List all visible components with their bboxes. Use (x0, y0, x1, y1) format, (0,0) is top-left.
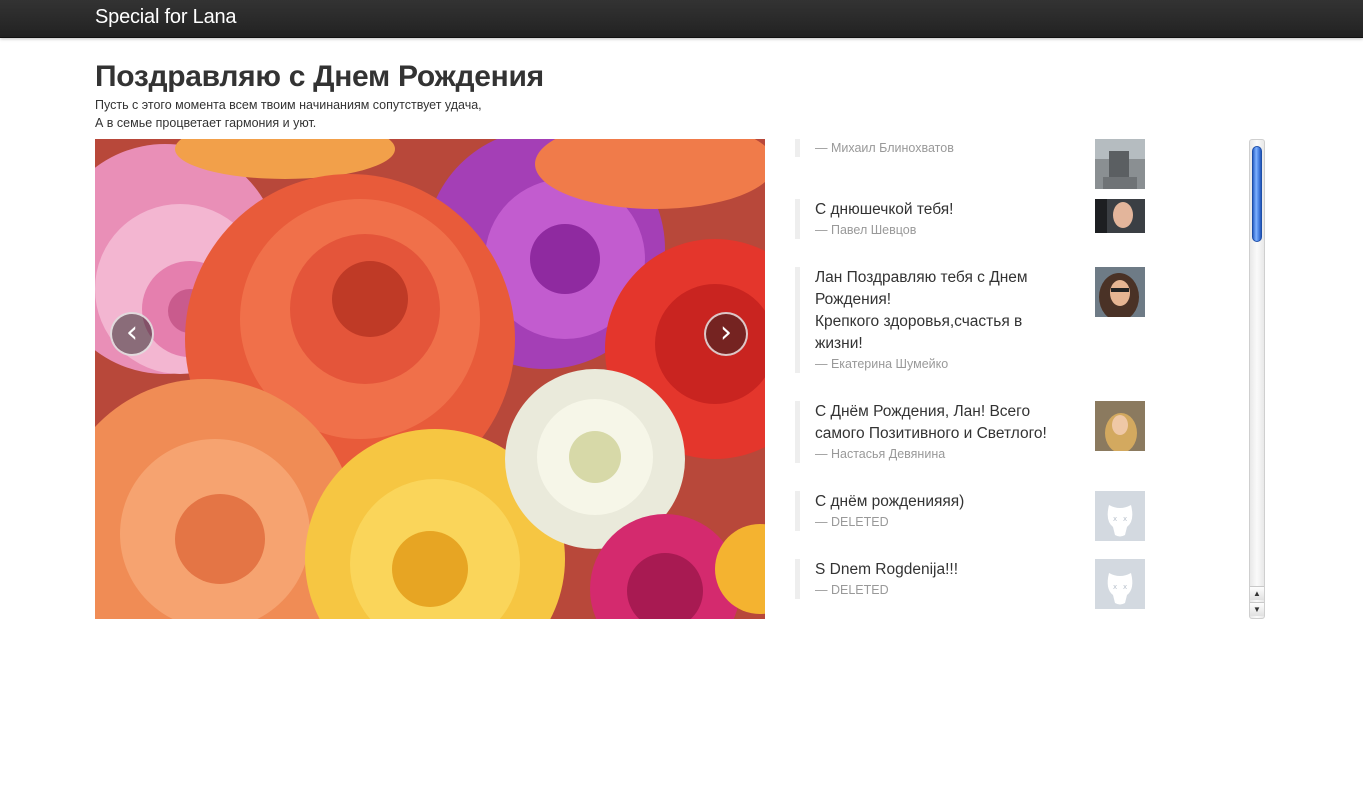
avatar[interactable] (1095, 139, 1145, 189)
wish-quote: С днюшечкой тебя! — Павел Шевцов (795, 199, 1085, 239)
svg-text:x: x (1113, 583, 1117, 591)
top-navbar: Special for Lana (0, 0, 1363, 38)
wish-text: S Dnem Rogdenija!!! (815, 561, 959, 578)
wish-item: S Dnem Rogdenija!!! — DELETED x x (795, 559, 1145, 609)
svg-text:x: x (1123, 515, 1127, 523)
svg-text:x: x (1113, 515, 1117, 523)
wish-author: — Михаил Блинохватов (815, 141, 954, 155)
wish-author: — Настасья Девянина (815, 447, 946, 461)
roses-photo (95, 139, 765, 619)
wish-quote: S Dnem Rogdenija!!! — DELETED (795, 559, 1085, 599)
wish-quote: Лан Поздравляю тебя с Днем Рождения! Кре… (795, 267, 1085, 373)
carousel-prev-button[interactable]: ‹ (110, 312, 154, 356)
wish-item: С Днём Рождения, Лан! Всего самого Позит… (795, 401, 1145, 463)
scroll-down-arrow-icon[interactable]: ▼ (1250, 602, 1264, 616)
deleted-dog-icon[interactable]: x x (1095, 491, 1145, 541)
page-title: Поздравляю с Днем Рождения (95, 60, 544, 93)
scrollbar-thumb[interactable] (1252, 146, 1262, 242)
carousel-next-button[interactable]: › (704, 312, 748, 356)
wish-text-line: Лан Поздравляю тебя с Днем (815, 269, 1028, 286)
wish-quote: С Днём Рождения, Лан! Всего самого Позит… (795, 401, 1085, 463)
deleted-dog-icon[interactable]: x x (1095, 559, 1145, 609)
wish-text-line: С Днём Рождения, Лан! Всего (815, 403, 1031, 420)
wish-item: С днюшечкой тебя! — Павел Шевцов (795, 199, 1145, 239)
avatar[interactable] (1095, 199, 1145, 233)
photo-carousel[interactable]: ‹ › (95, 139, 765, 619)
wish-text-line: Рождения! (815, 291, 892, 308)
wish-text-line: Крепкого здоровья,счастья в (815, 313, 1023, 330)
wish-quote: С днём рожденияяя) — DELETED (795, 491, 1085, 531)
hero-line-2: А в семье процветает гармония и уют. (95, 116, 317, 130)
wish-author: — Екатерина Шумейко (815, 357, 949, 371)
wish-item: Лан Поздравляю тебя с Днем Рождения! Кре… (795, 267, 1145, 373)
wish-quote: — Михаил Блинохватов (795, 139, 1085, 157)
avatar[interactable] (1095, 401, 1145, 451)
wish-author: — DELETED (815, 515, 889, 529)
wishes-scrollbar[interactable]: ▲ ▼ (1249, 139, 1265, 619)
brand-link[interactable]: Special for Lana (95, 6, 237, 29)
wish-item: С днём рожденияяя) — DELETED x x (795, 491, 1145, 541)
avatar[interactable] (1095, 267, 1145, 317)
wish-text-line: жизни! (815, 335, 863, 352)
wish-text: С днём рожденияяя) (815, 493, 965, 510)
wish-text-line: самого Позитивного и Светлого! (815, 425, 1047, 442)
wishes-list: — Михаил Блинохватов С днюшечкой тебя! —… (795, 139, 1265, 619)
scroll-up-arrow-icon[interactable]: ▲ (1250, 586, 1264, 600)
wish-item: — Михаил Блинохватов (795, 139, 1145, 189)
wish-author: — DELETED (815, 583, 889, 597)
hero-section: Поздравляю с Днем Рождения Пусть с этого… (95, 58, 795, 132)
wish-text: С днюшечкой тебя! (815, 201, 954, 218)
svg-text:x: x (1123, 583, 1127, 591)
wish-author: — Павел Шевцов (815, 223, 917, 237)
hero-line-1: Пусть с этого момента всем твоим начинан… (95, 98, 482, 112)
